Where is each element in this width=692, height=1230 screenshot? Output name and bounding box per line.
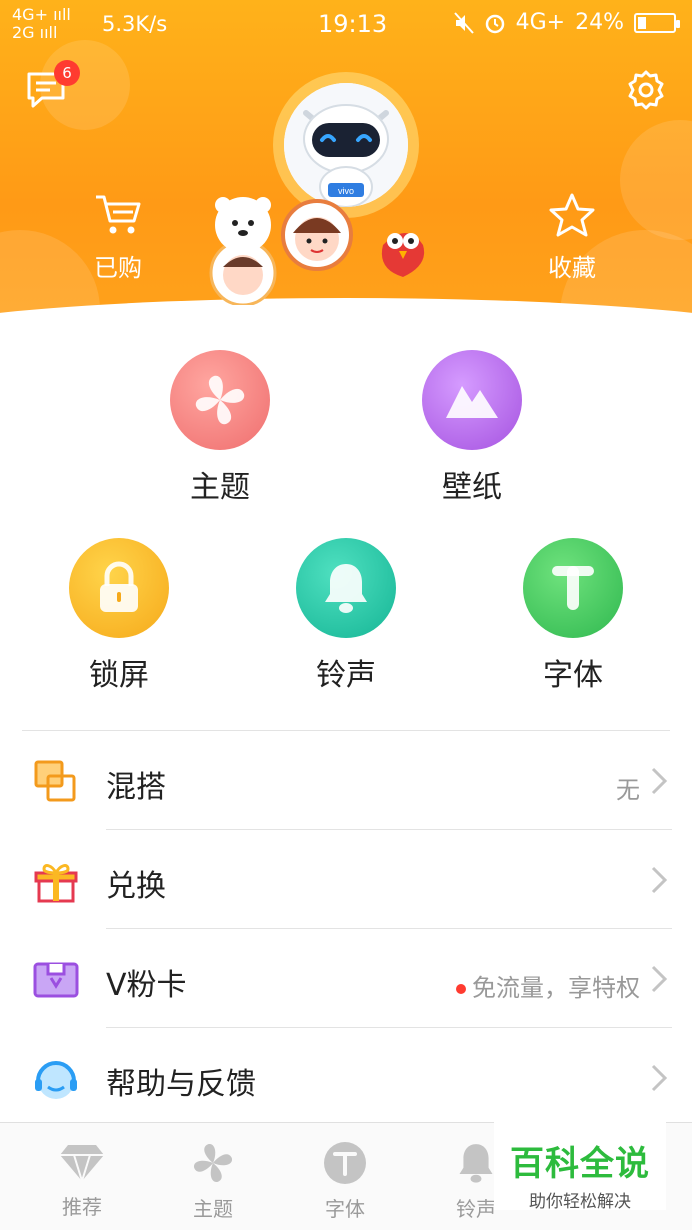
message-badge: 6 <box>54 60 80 86</box>
chevron-right-icon <box>651 866 668 894</box>
pinwheel-icon <box>193 1143 233 1183</box>
battery-icon <box>634 12 680 33</box>
row-divider <box>106 829 672 830</box>
shopping-cart-icon <box>96 195 141 234</box>
letter-t-icon <box>324 1142 366 1184</box>
mute-icon <box>453 11 474 34</box>
tile-wallpaper[interactable]: 壁纸 <box>397 350 547 506</box>
favorites-button[interactable]: 收藏 <box>522 192 622 283</box>
letter-t-icon <box>552 566 594 610</box>
clock: 19:13 <box>318 10 388 38</box>
battery-percent: 24% <box>575 10 624 35</box>
gear-icon <box>628 70 664 110</box>
bell-icon <box>325 564 367 613</box>
vfan-card-promo-text: 免流量，享特权 <box>472 974 640 1002</box>
network-indicator: 4G+ ııll 2G ııll <box>12 6 71 42</box>
watermark-subtitle: 助你轻松解决 <box>529 1192 631 1212</box>
list-item-help-feedback[interactable]: 帮助与反馈 <box>22 1029 672 1127</box>
tile-lockscreen[interactable]: 锁屏 <box>44 538 194 694</box>
alarm-icon <box>485 14 504 33</box>
list-item-vfan-card[interactable]: V粉卡 免流量，享特权 <box>22 930 672 1028</box>
tab-ringtone-label: 铃声 <box>456 1197 496 1221</box>
chevron-right-icon <box>651 767 668 795</box>
gift-icon <box>34 864 78 903</box>
tile-theme[interactable]: 主题 <box>145 350 295 506</box>
card-icon <box>33 962 79 998</box>
network-line-2: 2G ııll <box>12 23 58 42</box>
network-line-1: 4G+ ııll <box>12 5 71 24</box>
favorites-label: 收藏 <box>548 254 596 282</box>
ringtone-circle <box>296 538 396 638</box>
mix-icon <box>34 760 76 802</box>
diamond-icon <box>60 1145 104 1183</box>
sticker-decoration <box>205 195 435 307</box>
font-circle <box>523 538 623 638</box>
tab-font-label: 字体 <box>325 1197 365 1221</box>
watermark-title: 百科全说 <box>510 1144 650 1184</box>
list-item-redeem[interactable]: 兑换 <box>22 831 672 929</box>
tab-recommend[interactable]: 推荐 <box>27 1141 137 1220</box>
status-right: 4G+ 24% <box>453 10 680 35</box>
avatar[interactable]: vivo <box>284 83 408 207</box>
status-bar: 4G+ ııll 2G ııll 5.3K/s 19:13 4G+ 24% <box>0 0 692 50</box>
sticker-characters-icon <box>209 197 425 307</box>
tab-font[interactable]: 字体 <box>290 1141 400 1222</box>
tile-ringtone-label: 铃声 <box>316 658 376 693</box>
tile-theme-label: 主题 <box>190 470 250 505</box>
purchased-label: 已购 <box>94 254 142 282</box>
tab-recommend-label: 推荐 <box>62 1195 102 1219</box>
row-divider <box>106 928 672 929</box>
new-dot <box>456 984 466 994</box>
watermark-logo: 百科全说 助你轻松解决 <box>494 1114 666 1212</box>
tile-ringtone[interactable]: 铃声 <box>271 538 421 694</box>
decor-bubble <box>620 120 692 240</box>
bell-icon <box>459 1144 493 1183</box>
redeem-label: 兑换 <box>106 869 166 904</box>
list-item-mix[interactable]: 混搭 无 <box>22 732 672 830</box>
tile-font-label: 字体 <box>543 658 603 693</box>
tab-theme[interactable]: 主题 <box>158 1141 268 1222</box>
tab-theme-label: 主题 <box>193 1197 233 1221</box>
robot-mascot-icon: vivo <box>284 83 408 207</box>
pinwheel-icon <box>195 375 245 425</box>
star-icon <box>549 193 595 237</box>
mix-label: 混搭 <box>106 770 166 805</box>
purchased-button[interactable]: 已购 <box>68 192 168 283</box>
lockscreen-circle <box>69 538 169 638</box>
mountain-icon <box>446 386 498 418</box>
help-feedback-label: 帮助与反馈 <box>106 1067 256 1102</box>
section-divider <box>22 730 670 731</box>
speed-text: 5.3K/s <box>102 12 168 36</box>
settings-button[interactable] <box>624 68 668 112</box>
chevron-right-icon <box>651 1064 668 1092</box>
theme-circle <box>170 350 270 450</box>
headset-icon <box>35 1061 77 1099</box>
tile-font[interactable]: 字体 <box>498 538 648 694</box>
chevron-right-icon <box>651 965 668 993</box>
network-type-right: 4G+ <box>515 10 566 35</box>
row-divider <box>106 1027 672 1028</box>
battery-fill <box>638 16 646 29</box>
wallpaper-circle <box>422 350 522 450</box>
mix-value: 无 <box>616 776 640 804</box>
network-speed: 5.3K/s <box>102 12 167 36</box>
tile-lockscreen-label: 锁屏 <box>89 658 149 693</box>
tile-wallpaper-label: 壁纸 <box>442 470 502 505</box>
vfan-card-label: V粉卡 <box>106 968 187 1003</box>
lock-icon <box>100 561 138 612</box>
vfan-card-promo: 免流量，享特权 <box>456 968 640 1003</box>
